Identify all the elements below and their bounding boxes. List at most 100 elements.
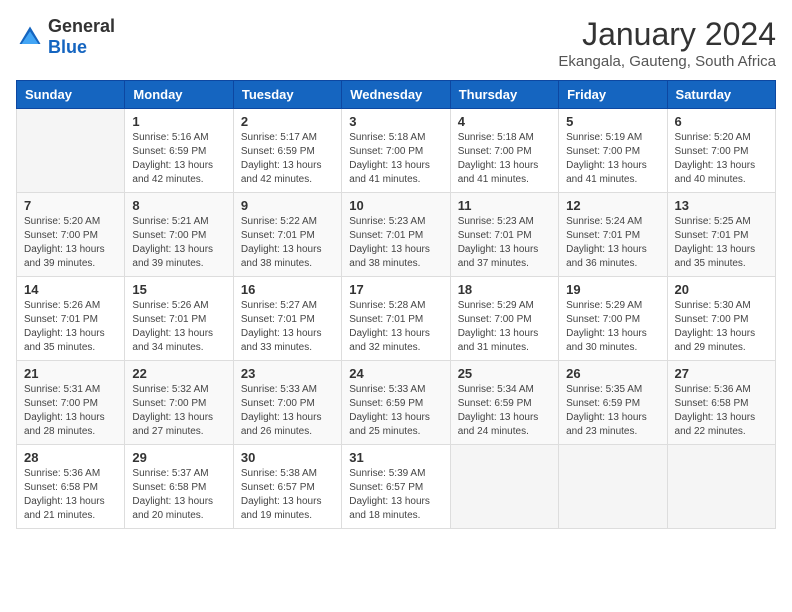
day-info: Sunrise: 5:31 AMSunset: 7:00 PMDaylight:… xyxy=(24,383,117,439)
calendar-cell: 2Sunrise: 5:17 AMSunset: 6:59 PMDaylight… xyxy=(233,109,341,193)
weekday-header: Thursday xyxy=(450,81,558,109)
day-info: Sunrise: 5:18 AMSunset: 7:00 PMDaylight:… xyxy=(349,131,442,187)
day-info: Sunrise: 5:25 AMSunset: 7:01 PMDaylight:… xyxy=(675,215,768,271)
day-info: Sunrise: 5:23 AMSunset: 7:01 PMDaylight:… xyxy=(349,215,442,271)
day-number: 30 xyxy=(241,450,334,465)
calendar-cell: 13Sunrise: 5:25 AMSunset: 7:01 PMDayligh… xyxy=(667,193,775,277)
calendar-cell: 14 Sunrise: 5:26 AMSunset: 7:01 PMDayligh… xyxy=(17,277,125,361)
calendar-cell: 25Sunrise: 5:34 AMSunset: 6:59 PMDayligh… xyxy=(450,361,558,445)
day-number: 15 xyxy=(132,282,225,297)
day-number: 5 xyxy=(566,114,659,129)
day-number: 3 xyxy=(349,114,442,129)
day-info: Sunrise: 5:20 AMSunset: 7:00 PMDaylight:… xyxy=(675,131,768,187)
calendar-cell: 3 Sunrise: 5:18 AMSunset: 7:00 PMDaylight… xyxy=(342,109,450,193)
calendar-week-row: 14 Sunrise: 5:26 AMSunset: 7:01 PMDayligh… xyxy=(17,277,776,361)
calendar-cell: 27Sunrise: 5:36 AMSunset: 6:58 PMDayligh… xyxy=(667,361,775,445)
calendar-cell xyxy=(559,445,667,529)
calendar-cell: 19 Sunrise: 5:29 AMSunset: 7:00 PMDayligh… xyxy=(559,277,667,361)
day-info: Sunrise: 5:21 AMSunset: 7:00 PMDaylight:… xyxy=(132,215,225,271)
calendar-week-row: 1 Sunrise: 5:16 AMSunset: 6:59 PMDaylight… xyxy=(17,109,776,193)
calendar-cell: 9 Sunrise: 5:22 AMSunset: 7:01 PMDaylight… xyxy=(233,193,341,277)
day-number: 9 xyxy=(241,198,334,213)
day-number: 22 xyxy=(132,366,225,381)
calendar-cell: 28 Sunrise: 5:36 AMSunset: 6:58 PMDayligh… xyxy=(17,445,125,529)
calendar-cell: 26 Sunrise: 5:35 AMSunset: 6:59 PMDayligh… xyxy=(559,361,667,445)
day-info: Sunrise: 5:33 AMSunset: 6:59 PMDaylight:… xyxy=(349,383,442,439)
calendar-cell: 7 Sunrise: 5:20 AMSunset: 7:00 PMDaylight… xyxy=(17,193,125,277)
day-number: 4 xyxy=(458,114,551,129)
calendar-cell: 22 Sunrise: 5:32 AMSunset: 7:00 PMDayligh… xyxy=(125,361,233,445)
day-info: Sunrise: 5:18 AMSunset: 7:00 PMDaylight:… xyxy=(458,131,551,187)
day-info: Sunrise: 5:24 AMSunset: 7:01 PMDaylight:… xyxy=(566,215,659,271)
day-info: Sunrise: 5:19 AMSunset: 7:00 PMDaylight:… xyxy=(566,131,659,187)
day-number: 18 xyxy=(458,282,551,297)
calendar-week-row: 28 Sunrise: 5:36 AMSunset: 6:58 PMDayligh… xyxy=(17,445,776,529)
day-number: 8 xyxy=(132,198,225,213)
day-number: 20 xyxy=(675,282,768,297)
month-title: January 2024 xyxy=(558,16,776,53)
day-info: Sunrise: 5:39 AMSunset: 6:57 PMDaylight:… xyxy=(349,467,442,523)
calendar-cell xyxy=(450,445,558,529)
day-info: Sunrise: 5:36 AMSunset: 6:58 PMDaylight:… xyxy=(675,383,768,439)
day-info: Sunrise: 5:22 AMSunset: 7:01 PMDaylight:… xyxy=(241,215,334,271)
day-info: Sunrise: 5:17 AMSunset: 6:59 PMDaylight:… xyxy=(241,131,334,187)
weekday-header: Saturday xyxy=(667,81,775,109)
day-info: Sunrise: 5:35 AMSunset: 6:59 PMDaylight:… xyxy=(566,383,659,439)
day-number: 21 xyxy=(24,366,117,381)
calendar-cell: 11Sunrise: 5:23 AMSunset: 7:01 PMDayligh… xyxy=(450,193,558,277)
calendar-cell: 21 Sunrise: 5:31 AMSunset: 7:00 PMDayligh… xyxy=(17,361,125,445)
logo-blue: Blue xyxy=(48,37,87,57)
day-number: 6 xyxy=(675,114,768,129)
calendar-cell: 24 Sunrise: 5:33 AMSunset: 6:59 PMDayligh… xyxy=(342,361,450,445)
calendar-cell: 4 Sunrise: 5:18 AMSunset: 7:00 PMDaylight… xyxy=(450,109,558,193)
day-info: Sunrise: 5:28 AMSunset: 7:01 PMDaylight:… xyxy=(349,299,442,355)
day-info: Sunrise: 5:29 AMSunset: 7:00 PMDaylight:… xyxy=(458,299,551,355)
day-info: Sunrise: 5:32 AMSunset: 7:00 PMDaylight:… xyxy=(132,383,225,439)
day-info: Sunrise: 5:20 AMSunset: 7:00 PMDaylight:… xyxy=(24,215,117,271)
day-number: 31 xyxy=(349,450,442,465)
calendar-cell: 15Sunrise: 5:26 AMSunset: 7:01 PMDayligh… xyxy=(125,277,233,361)
page-header: General Blue January 2024 Ekangala, Gaut… xyxy=(16,16,776,70)
day-info: Sunrise: 5:27 AMSunset: 7:01 PMDaylight:… xyxy=(241,299,334,355)
weekday-header: Friday xyxy=(559,81,667,109)
calendar-cell: 10Sunrise: 5:23 AMSunset: 7:01 PMDayligh… xyxy=(342,193,450,277)
day-number: 29 xyxy=(132,450,225,465)
day-number: 7 xyxy=(24,198,117,213)
calendar-cell xyxy=(17,109,125,193)
calendar-cell: 8 Sunrise: 5:21 AMSunset: 7:00 PMDaylight… xyxy=(125,193,233,277)
day-number: 23 xyxy=(241,366,334,381)
day-number: 28 xyxy=(24,450,117,465)
day-number: 24 xyxy=(349,366,442,381)
day-number: 26 xyxy=(566,366,659,381)
calendar-week-row: 21 Sunrise: 5:31 AMSunset: 7:00 PMDayligh… xyxy=(17,361,776,445)
day-info: Sunrise: 5:38 AMSunset: 6:57 PMDaylight:… xyxy=(241,467,334,523)
weekday-header: Tuesday xyxy=(233,81,341,109)
day-info: Sunrise: 5:37 AMSunset: 6:58 PMDaylight:… xyxy=(132,467,225,523)
calendar-cell: 18 Sunrise: 5:29 AMSunset: 7:00 PMDayligh… xyxy=(450,277,558,361)
calendar-cell: 12 Sunrise: 5:24 AMSunset: 7:01 PMDayligh… xyxy=(559,193,667,277)
calendar-cell: 16 Sunrise: 5:27 AMSunset: 7:01 PMDayligh… xyxy=(233,277,341,361)
logo-general: General xyxy=(48,16,115,36)
day-info: Sunrise: 5:29 AMSunset: 7:00 PMDaylight:… xyxy=(566,299,659,355)
location-title: Ekangala, Gauteng, South Africa xyxy=(558,53,776,70)
day-number: 14 xyxy=(24,282,117,297)
calendar-cell: 20 Sunrise: 5:30 AMSunset: 7:00 PMDayligh… xyxy=(667,277,775,361)
weekday-header: Monday xyxy=(125,81,233,109)
day-info: Sunrise: 5:16 AMSunset: 6:59 PMDaylight:… xyxy=(132,131,225,187)
logo-icon xyxy=(16,23,44,51)
calendar-cell: 23Sunrise: 5:33 AMSunset: 7:00 PMDayligh… xyxy=(233,361,341,445)
calendar-cell: 30 Sunrise: 5:38 AMSunset: 6:57 PMDayligh… xyxy=(233,445,341,529)
calendar-cell: 6 Sunrise: 5:20 AMSunset: 7:00 PMDaylight… xyxy=(667,109,775,193)
day-number: 16 xyxy=(241,282,334,297)
calendar-cell: 17Sunrise: 5:28 AMSunset: 7:01 PMDayligh… xyxy=(342,277,450,361)
day-info: Sunrise: 5:23 AMSunset: 7:01 PMDaylight:… xyxy=(458,215,551,271)
day-info: Sunrise: 5:26 AMSunset: 7:01 PMDaylight:… xyxy=(24,299,117,355)
calendar-cell: 29 Sunrise: 5:37 AMSunset: 6:58 PMDayligh… xyxy=(125,445,233,529)
day-info: Sunrise: 5:34 AMSunset: 6:59 PMDaylight:… xyxy=(458,383,551,439)
day-number: 19 xyxy=(566,282,659,297)
day-info: Sunrise: 5:30 AMSunset: 7:00 PMDaylight:… xyxy=(675,299,768,355)
day-number: 1 xyxy=(132,114,225,129)
day-number: 12 xyxy=(566,198,659,213)
day-info: Sunrise: 5:36 AMSunset: 6:58 PMDaylight:… xyxy=(24,467,117,523)
title-block: January 2024 Ekangala, Gauteng, South Af… xyxy=(558,16,776,70)
